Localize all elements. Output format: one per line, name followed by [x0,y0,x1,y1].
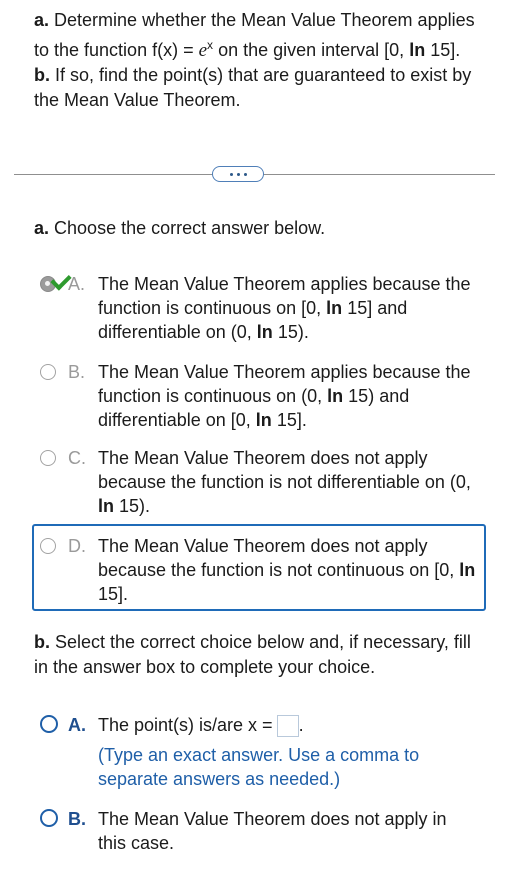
part-b-option-a-radio[interactable] [40,715,58,733]
part-b-prompt-label: b. [34,632,50,652]
part-b-option-b-text: The Mean Value Theorem does not apply in… [98,809,447,853]
option-b-letter: B. [68,362,86,382]
part-b-prompt: b. Select the correct choice below and, … [34,630,484,680]
option-b-text-1: The Mean Value Theorem applies because t… [98,362,471,406]
ln-symbol: ln [409,40,426,60]
part-b-option-b-letter: B. [68,809,86,829]
option-d-letter: D. [68,536,86,556]
option-a-text-1: The Mean Value Theorem applies because t… [98,274,471,318]
option-a-letter: A. [68,274,86,294]
question-b-text: If so, find the point(s) that are guaran… [34,65,472,110]
ln-symbol: ln [256,322,273,342]
option-d-text-2: 15]. [98,584,129,604]
question-a-text-2: on the given interval [0, [218,40,405,60]
ln-symbol: ln [327,386,344,406]
question-a-text-3: 15]. [430,40,461,60]
part-a-label: a. [34,10,50,30]
ln-symbol: ln [459,560,476,580]
part-b-label: b. [34,65,50,85]
option-b-text-3: 15]. [276,410,307,430]
ln-symbol: ln [255,410,272,430]
option-d-text: The Mean Value Theorem does not apply be… [98,534,478,606]
function-base: e [198,40,208,61]
option-c-text-2: 15). [119,496,151,516]
ln-symbol: ln [98,496,114,516]
part-b-option-a-letter: A. [68,715,86,735]
option-a-text: The Mean Value Theorem applies because t… [98,272,478,344]
option-c-radio[interactable] [40,450,56,466]
part-a-prompt: a. Choose the correct answer below. [34,216,325,241]
option-c-text: The Mean Value Theorem does not apply be… [98,446,478,518]
part-b-prompt-text: Select the correct choice below and, if … [34,632,471,677]
dot-icon [229,172,233,176]
answer-suffix: . [298,715,304,735]
question-text: a. Determine whether the Mean Value Theo… [34,8,494,113]
option-d-radio[interactable] [40,538,56,554]
dot-icon [243,172,247,176]
option-a-text-3: 15). [277,322,309,342]
part-b-option-b-radio[interactable] [40,809,58,827]
option-d-text-1: The Mean Value Theorem does not apply be… [98,536,455,580]
dot-icon [236,172,240,176]
function-exponent: x [207,38,214,52]
answer-prefix: The point(s) is/are x = [98,715,273,735]
option-c-text-1: The Mean Value Theorem does not apply be… [98,448,471,492]
more-options-button[interactable] [212,166,264,182]
part-a-prompt-text: Choose the correct answer below. [54,218,326,238]
ln-symbol: ln [326,298,343,318]
part-b-option-a-text: The point(s) is/are x =. (Type an exact … [98,713,478,791]
option-c-letter: C. [68,448,86,468]
part-a-prompt-label: a. [34,218,50,238]
answer-input-box[interactable] [276,715,299,738]
answer-hint: (Type an exact answer. Use a comma to se… [98,745,420,790]
option-b-text: The Mean Value Theorem applies because t… [98,360,478,432]
option-b-radio[interactable] [40,364,56,380]
